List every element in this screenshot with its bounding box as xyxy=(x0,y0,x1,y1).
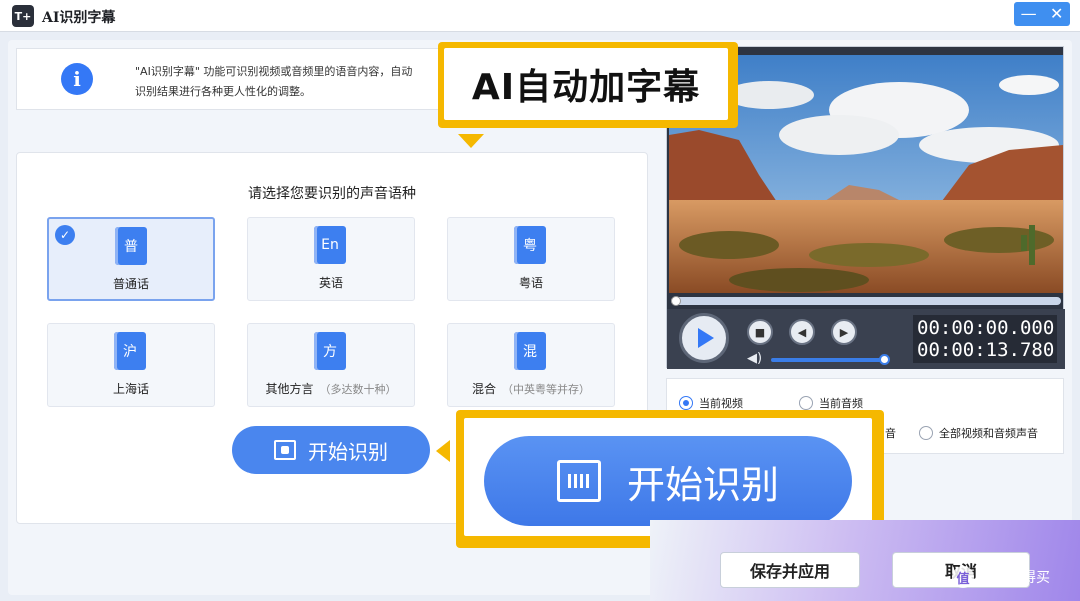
start-recognition-button-zoomed[interactable]: 开始识别 xyxy=(484,436,852,526)
book-icon: 沪 xyxy=(114,332,146,370)
lang-label: 其他方言 （多达数十种） xyxy=(265,382,397,396)
stop-button[interactable]: ■ xyxy=(747,319,773,345)
play-icon xyxy=(698,328,714,348)
radio-current-audio[interactable]: 当前音频 xyxy=(799,395,863,411)
scan-icon xyxy=(556,460,601,502)
radio-dot xyxy=(799,396,813,410)
start-button-label: 开始识别 xyxy=(308,439,388,464)
close-button[interactable]: ✕ xyxy=(1050,6,1063,22)
app-logo-icon: T+ xyxy=(12,5,34,27)
callout-arrow-left xyxy=(436,440,450,462)
play-button[interactable] xyxy=(679,313,729,363)
watermark-logo-icon: 值 xyxy=(952,566,974,588)
radio-label: 当前音频 xyxy=(819,397,863,410)
radio-label: 音 xyxy=(885,427,896,440)
lang-card-cantonese[interactable]: 粤 粤语 xyxy=(447,217,615,301)
volume-slider[interactable] xyxy=(771,358,883,362)
lang-card-mandarin[interactable]: ✓ 普 普通话 xyxy=(47,217,215,301)
info-text-line2: 识别结果进行各种更人性化的调整。 xyxy=(135,85,311,98)
book-icon: 普 xyxy=(115,227,147,265)
info-icon: i xyxy=(61,63,93,95)
volume-icon: ◀) xyxy=(747,351,763,366)
lang-label: 英语 xyxy=(318,276,343,290)
callout-top-label: AI自动加字幕 xyxy=(444,48,728,120)
save-and-apply-button[interactable]: 保存并应用 xyxy=(720,552,860,588)
scan-icon xyxy=(274,440,296,460)
info-box: i "AI识别字幕" 功能可识别视频或音频里的语音内容，自动 识别结果进行各种更… xyxy=(16,48,476,110)
time-display: 00:00:00.000 00:00:13.780 xyxy=(913,315,1057,363)
lang-label: 混合 （中英粤等并存） xyxy=(471,382,590,396)
start-recognition-button[interactable]: 开始识别 xyxy=(232,426,430,474)
current-time: 00:00:00.000 xyxy=(917,317,1055,339)
radio-dot xyxy=(679,396,693,410)
language-panel-title: 请选择您要识别的声音语种 xyxy=(248,186,416,202)
book-icon: 方 xyxy=(314,332,346,370)
book-icon: 混 xyxy=(514,332,546,370)
lang-card-mixed[interactable]: 混 混合 （中英粤等并存） xyxy=(447,323,615,407)
volume-handle[interactable] xyxy=(879,354,890,365)
seek-handle[interactable] xyxy=(671,296,681,306)
radio-all-sources[interactable]: 全部视频和音频声音 xyxy=(919,425,1038,441)
lang-card-shanghainese[interactable]: 沪 上海话 xyxy=(47,323,215,407)
next-frame-button[interactable]: ▶ xyxy=(831,319,857,345)
window-title: AI识别字幕 xyxy=(42,10,116,26)
lang-label: 粤语 xyxy=(518,276,543,290)
player-controls: ■ ◀ ▶ ◀) 00:00:00.000 00:00:13.780 xyxy=(667,309,1065,369)
minimize-button[interactable]: — xyxy=(1021,6,1037,22)
radio-label: 当前视频 xyxy=(699,397,743,410)
book-icon: En xyxy=(314,226,346,264)
radio-partial-label: 音 xyxy=(885,425,896,441)
total-time: 00:00:13.780 xyxy=(917,339,1055,361)
lang-card-dialects[interactable]: 方 其他方言 （多达数十种） xyxy=(247,323,415,407)
lang-label: 上海话 xyxy=(112,382,149,396)
watermark: 值 什么值得买 xyxy=(952,566,1050,588)
lang-label: 普通话 xyxy=(112,277,149,291)
radio-label: 全部视频和音频声音 xyxy=(939,427,1038,440)
info-text-line1: "AI识别字幕" 功能可识别视频或音频里的语音内容，自动 xyxy=(135,65,413,78)
callout-arrow-down xyxy=(458,134,484,148)
watermark-text: 什么值得买 xyxy=(980,570,1050,586)
previous-frame-button[interactable]: ◀ xyxy=(789,319,815,345)
radio-current-video[interactable]: 当前视频 xyxy=(679,395,743,411)
window-controls: — ✕ xyxy=(1014,2,1070,26)
book-icon: 粤 xyxy=(514,226,546,264)
lang-card-english[interactable]: En 英语 xyxy=(247,217,415,301)
title-bar: T+ AI识别字幕 — ✕ xyxy=(0,0,1080,32)
radio-dot xyxy=(919,426,933,440)
start-button-label-zoomed: 开始识别 xyxy=(626,462,779,507)
check-icon: ✓ xyxy=(55,225,75,245)
seek-bar[interactable] xyxy=(671,296,1061,306)
